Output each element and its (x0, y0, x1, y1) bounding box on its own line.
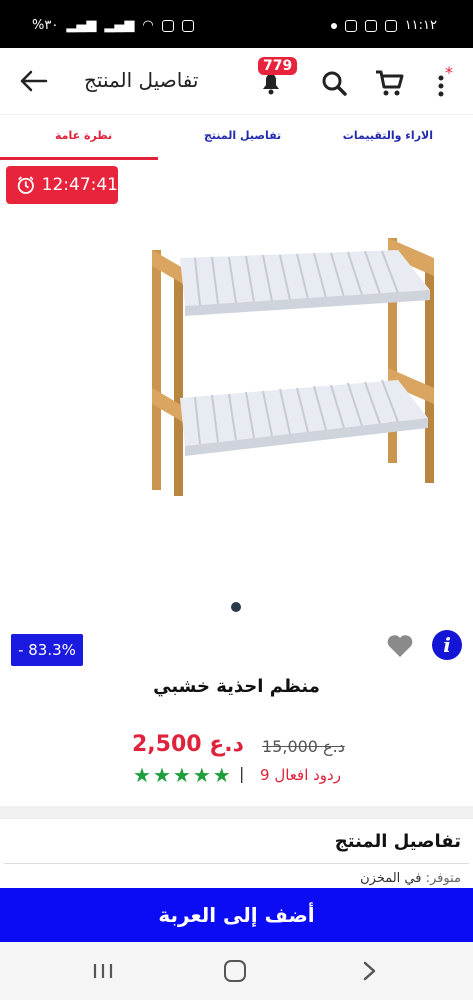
signal-icon: ▂▄▆ (66, 18, 97, 33)
product-old-price: 15,000 د.ع (262, 737, 345, 756)
divider: | (239, 764, 245, 783)
active-tab-indicator (0, 157, 158, 160)
lock-icon (181, 19, 194, 32)
timer-value: 12:47:41 (41, 175, 118, 195)
gallery-icon (384, 19, 397, 32)
product-image[interactable] (140, 228, 440, 503)
tab-overview[interactable]: نظرة عامة (55, 129, 112, 142)
status-time: ١١:١٢ (404, 18, 437, 33)
svg-text:*: * (445, 66, 453, 82)
star-icon: ★ (133, 763, 151, 787)
home-icon[interactable] (224, 960, 246, 982)
carousel-dot[interactable] (231, 602, 241, 612)
status-bar: %٣٠ ▂▄▆ ▂▄▆ ◠ ١١:١٢ (0, 0, 473, 48)
availability: متوفر: في المخزن (360, 871, 461, 886)
system-nav-bar (0, 942, 473, 1000)
page-title: تفاصيل المنتج (84, 68, 199, 92)
signal-icon-2: ▂▄▆ (104, 18, 135, 33)
notification-badge: 779 (258, 57, 298, 75)
availability-label: متوفر: (425, 871, 461, 886)
details-title: تفاصيل المنتج (334, 831, 461, 852)
details-section: تفاصيل المنتج متوفر: في المخزن (0, 818, 473, 898)
alarm-icon (161, 19, 174, 32)
recents-icon[interactable] (92, 962, 114, 980)
more-menu-icon[interactable]: * (433, 66, 457, 98)
notification-dot-icon (330, 22, 337, 29)
section-separator (0, 806, 473, 818)
cart-icon[interactable] (374, 68, 404, 98)
status-right: ١١:١٢ (330, 18, 437, 33)
status-left: %٣٠ ▂▄▆ ▂▄▆ ◠ (32, 18, 194, 33)
star-icon: ★ (172, 763, 191, 787)
tab-bar: الاراء والتقييمات تفاصيل المنتج نظرة عام… (0, 114, 473, 160)
product-name: منظم احذية خشبي (153, 676, 320, 697)
tab-product-details[interactable]: تفاصيل المنتج (204, 129, 281, 142)
star-icon: ★ (212, 763, 231, 787)
divider-line (4, 863, 469, 864)
info-icon[interactable]: i (432, 630, 462, 660)
heart-icon[interactable] (386, 632, 414, 660)
alarm-clock-icon (17, 176, 34, 194)
reviews-link[interactable]: 9 ردود افعال (260, 766, 341, 784)
product-price: 2,500 د.ع (132, 732, 244, 757)
star-icon: ★ (192, 763, 211, 787)
star-icon: ★ (152, 763, 171, 787)
battery-level: %٣٠ (32, 18, 59, 33)
back-arrow-icon[interactable] (18, 66, 48, 96)
search-icon[interactable] (320, 69, 348, 97)
instagram-icon (344, 19, 357, 32)
rating-stars: ★ ★ ★ ★ ★ (133, 763, 231, 787)
wifi-icon: ◠ (142, 18, 154, 33)
add-to-cart-button[interactable]: أضف إلى العربة (0, 888, 473, 942)
discount-badge: - 83.3% (11, 634, 83, 666)
instagram-icon-2 (364, 19, 377, 32)
availability-value: في المخزن (360, 871, 422, 886)
nav-back-icon[interactable] (360, 961, 378, 981)
app-bar: تفاصيل المنتج * (0, 48, 473, 114)
countdown-timer: 12:47:41 (6, 166, 118, 204)
tab-reviews[interactable]: الاراء والتقييمات (343, 129, 433, 142)
